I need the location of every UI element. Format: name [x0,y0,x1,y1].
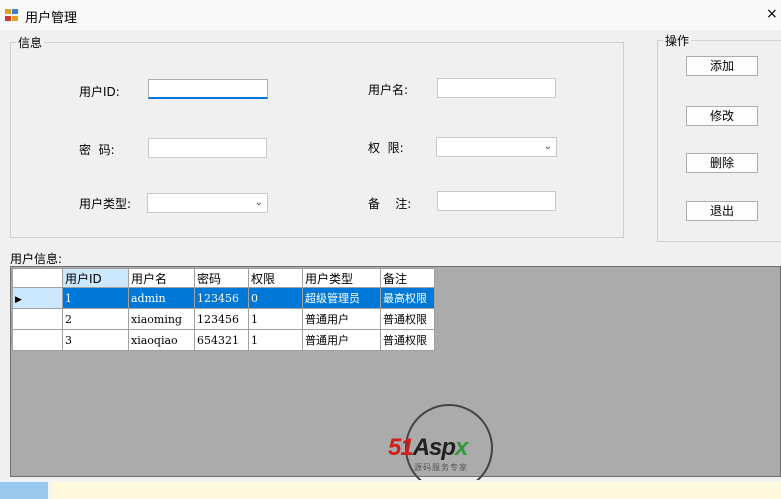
column-header[interactable]: 用户名 [128,268,195,288]
chevron-down-icon: ⌄ [543,141,552,152]
title-bar: 用户管理 × [0,0,781,30]
cell-user-type[interactable]: 超级管理员 [302,287,381,309]
watermark-subtitle: 源码服务专家 [414,463,468,472]
exit-button[interactable]: 退出 [686,201,758,221]
user-id-label: 用户ID: [79,85,120,99]
chevron-down-icon: ⌄ [254,197,263,208]
column-header[interactable]: 密码 [194,268,249,288]
password-input[interactable] [148,138,267,158]
edit-button[interactable]: 修改 [686,106,758,126]
cell-password[interactable]: 654321 [194,329,249,351]
cell-user-id[interactable]: 3 [62,329,129,351]
row-header[interactable] [12,329,63,351]
cell-password[interactable]: 123456 [194,287,249,309]
user-type-select[interactable]: ⌄ [147,193,268,213]
cell-remark[interactable]: 最高权限 [380,287,435,309]
table-row[interactable]: ▶ 1 admin 123456 0 超级管理员 最高权限 [12,287,435,309]
remark-input[interactable] [437,191,556,211]
watermark-text: 51Aspx [388,434,468,461]
cell-username[interactable]: xiaoqiao [128,329,195,351]
user-table: 用户ID 用户名 密码 权限 用户类型 备注 ▶ 1 admin 123456 … [12,268,435,351]
row-header[interactable] [12,308,63,330]
permission-label: 权 限: [368,141,404,155]
cell-username[interactable]: admin [128,287,195,309]
password-label: 密 码: [79,143,115,157]
user-id-input[interactable] [148,79,268,99]
cell-user-id[interactable]: 2 [62,308,129,330]
permission-select[interactable]: ⌄ [436,137,557,157]
column-header[interactable]: 备注 [380,268,435,288]
row-header-corner [12,268,63,288]
cell-user-type[interactable]: 普通用户 [302,308,381,330]
cell-permission[interactable]: 1 [248,329,303,351]
cell-user-type[interactable]: 普通用户 [302,329,381,351]
user-info-label: 用户信息: [10,252,63,266]
table-row[interactable]: 3 xiaoqiao 654321 1 普通用户 普通权限 [12,329,435,351]
table-header-row: 用户ID 用户名 密码 权限 用户类型 备注 [12,268,435,288]
taskbar-area [52,482,781,499]
row-pointer-icon: ▶ [15,294,22,305]
cell-permission[interactable]: 1 [248,308,303,330]
row-header[interactable]: ▶ [12,287,63,309]
user-type-label: 用户类型: [79,197,132,211]
info-group-title: 信息 [16,34,45,51]
taskbar-item[interactable] [0,482,48,499]
column-header[interactable]: 用户类型 [302,268,381,288]
cell-permission[interactable]: 0 [248,287,303,309]
username-input[interactable] [437,78,556,98]
cell-password[interactable]: 123456 [194,308,249,330]
close-icon[interactable]: × [766,6,778,22]
column-header[interactable]: 权限 [248,268,303,288]
table-row[interactable]: 2 xiaoming 123456 1 普通用户 普通权限 [12,308,435,330]
app-icon [5,9,19,22]
cell-username[interactable]: xiaoming [128,308,195,330]
remark-label: 备 注: [368,197,412,211]
window-title: 用户管理 [25,11,78,26]
cell-remark[interactable]: 普通权限 [380,308,435,330]
add-button[interactable]: 添加 [686,56,758,76]
username-label: 用户名: [368,83,409,97]
cell-remark[interactable]: 普通权限 [380,329,435,351]
ops-group-title: 操作 [663,32,692,49]
delete-button[interactable]: 删除 [686,153,758,173]
cell-user-id[interactable]: 1 [62,287,129,309]
column-header[interactable]: 用户ID [62,268,129,288]
